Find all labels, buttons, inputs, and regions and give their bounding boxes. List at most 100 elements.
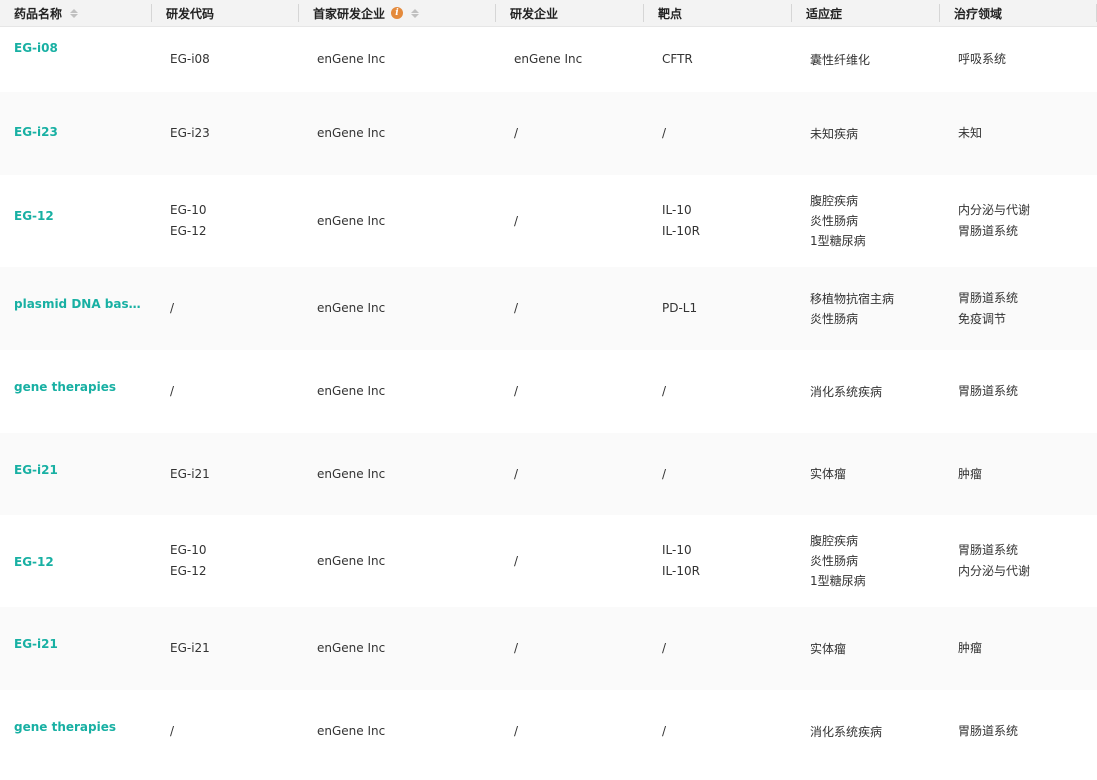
area-value: 呼吸系统 <box>958 52 1007 66</box>
header-first-company[interactable]: 首家研发企业 i <box>299 0 496 26</box>
first-company-value: enGene Inc <box>317 466 386 481</box>
area-cell: 未知 <box>940 92 1097 175</box>
drug-name-link[interactable]: EG-i08 <box>14 38 142 59</box>
indication-value: 消化系统疾病 <box>810 724 883 739</box>
first-company-cell: enGene Inc <box>299 267 496 350</box>
target-cell: / <box>644 690 792 773</box>
code-cell: EG-i21 <box>152 607 299 690</box>
indication-cell: 消化系统疾病 <box>792 690 940 773</box>
indication-value: 消化系统疾病 <box>810 384 883 399</box>
indication-value: 炎性肠病 <box>810 311 859 326</box>
first-company-cell: enGene Inc <box>299 350 496 433</box>
company-value: / <box>514 301 519 315</box>
target-cell: / <box>644 350 792 433</box>
company-cell: / <box>496 175 644 267</box>
target-cell: IL-10 IL-10R <box>644 515 792 607</box>
indication-value: 炎性肠病 <box>810 214 859 228</box>
header-first-company-label: 首家研发企业 <box>313 6 386 21</box>
sort-icon[interactable] <box>411 8 420 18</box>
area-value: 免疫调节 <box>958 311 1007 326</box>
code-value: / <box>170 301 175 315</box>
company-cell: / <box>496 92 644 175</box>
indication-cell: 消化系统疾病 <box>792 350 940 433</box>
indication-cell: 移植物抗宿主病 炎性肠病 <box>792 267 940 350</box>
target-cell: / <box>644 92 792 175</box>
area-cell: 胃肠道系统 <box>940 350 1097 433</box>
company-cell: / <box>496 433 644 515</box>
drug-name-link[interactable]: EG-i21 <box>14 460 142 481</box>
table-row: gene therapies / enGene Inc / / 消化系统疾病 胃肠道系统 <box>0 690 1097 773</box>
code-cell: EG-10 EG-12 <box>152 515 299 607</box>
indication-cell: 囊性纤维化 <box>792 27 940 92</box>
header-drug-name[interactable]: 药品名称 <box>0 0 152 26</box>
table-row: EG-i21 EG-i21 enGene Inc / / 实体瘤 肿瘤 <box>0 607 1097 690</box>
header-area: 治疗领域 <box>940 0 1097 26</box>
table-header: 药品名称 研发代码 首家研发企业 i 研发企业 靶点 适应症 治疗领域 <box>0 0 1097 27</box>
target-value: CFTR <box>662 52 693 66</box>
header-company-label: 研发企业 <box>510 6 559 21</box>
first-company-cell: enGene Inc <box>299 433 496 515</box>
table-row: EG-12 EG-10 EG-12 enGene Inc / IL-10 IL-10R 腹腔疾… <box>0 515 1097 607</box>
indication-value: 1型糖尿病 <box>810 234 866 248</box>
area-value: 肿瘤 <box>958 641 983 655</box>
company-cell: / <box>496 267 644 350</box>
area-cell: 胃肠道系统 免疫调节 <box>940 267 1097 350</box>
company-value: / <box>514 384 519 398</box>
code-value: EG-10 <box>170 543 207 557</box>
drug-name-link[interactable]: gene therapies <box>14 377 142 398</box>
table-row: EG-i08 EG-i08 enGene Inc enGene Inc CFTR 囊性纤维… <box>0 27 1097 92</box>
first-company-cell: enGene Inc <box>299 515 496 607</box>
target-value: PD-L1 <box>662 301 698 315</box>
indication-value: 炎性肠病 <box>810 554 859 568</box>
indication-cell: 未知疾病 <box>792 92 940 175</box>
indication-cell: 实体瘤 <box>792 433 940 515</box>
company-value: / <box>514 466 519 481</box>
header-indication: 适应症 <box>792 0 940 26</box>
target-cell: PD-L1 <box>644 267 792 350</box>
first-company-value: enGene Inc <box>317 553 386 568</box>
drug-name-cell: gene therapies <box>0 350 152 433</box>
indication-value: 移植物抗宿主病 <box>810 291 895 306</box>
table-row: plasmid DNA base... / enGene Inc / PD-L1 移植物抗… <box>0 267 1097 350</box>
indication-value: 1型糖尿病 <box>810 574 866 588</box>
code-cell: / <box>152 267 299 350</box>
header-target: 靶点 <box>644 0 792 26</box>
area-value: 胃肠道系统 <box>958 384 1019 398</box>
drug-name-cell: EG-12 <box>0 175 152 267</box>
indication-value: 未知疾病 <box>810 126 859 141</box>
first-company-cell: enGene Inc <box>299 690 496 773</box>
indication-value: 囊性纤维化 <box>810 52 871 67</box>
indication-cell: 腹腔疾病 炎性肠病 1型糖尿病 <box>792 175 940 267</box>
drug-name-cell: EG-12 <box>0 515 152 607</box>
company-cell: / <box>496 515 644 607</box>
target-value: IL-10R <box>662 564 700 578</box>
drug-name-link[interactable]: EG-12 <box>14 206 142 227</box>
header-drug-name-label: 药品名称 <box>14 6 63 21</box>
code-cell: / <box>152 350 299 433</box>
company-cell: / <box>496 350 644 433</box>
table-body: EG-i08 EG-i08 enGene Inc enGene Inc CFTR 囊性纤维… <box>0 27 1097 773</box>
area-value: 胃肠道系统 <box>958 290 1019 305</box>
header-target-label: 靶点 <box>658 6 683 21</box>
drug-name-cell: EG-i21 <box>0 607 152 690</box>
code-value: EG-i08 <box>170 52 210 66</box>
info-icon[interactable]: i <box>391 7 404 19</box>
drug-name-link[interactable]: gene therapies <box>14 717 142 738</box>
drug-name-link[interactable]: plasmid DNA base... <box>14 294 142 315</box>
area-value: 胃肠道系统 <box>958 543 1019 557</box>
area-value: 胃肠道系统 <box>958 224 1019 238</box>
area-cell: 胃肠道系统 <box>940 690 1097 773</box>
code-cell: EG-i23 <box>152 92 299 175</box>
code-cell: EG-i21 <box>152 433 299 515</box>
drug-name-cell: EG-i21 <box>0 433 152 515</box>
company-value: / <box>514 724 519 738</box>
table-row: EG-i23 EG-i23 enGene Inc / / 未知疾病 未知 <box>0 92 1097 175</box>
drug-name-link[interactable]: EG-i23 <box>14 122 142 143</box>
first-company-value: enGene Inc <box>317 384 386 398</box>
area-value: 内分泌与代谢 <box>958 564 1031 578</box>
drug-name-link[interactable]: EG-i21 <box>14 634 142 655</box>
area-value: 内分泌与代谢 <box>958 203 1031 217</box>
target-value: / <box>662 641 667 655</box>
sort-icon[interactable] <box>70 8 79 18</box>
drug-name-link[interactable]: EG-12 <box>14 552 142 573</box>
